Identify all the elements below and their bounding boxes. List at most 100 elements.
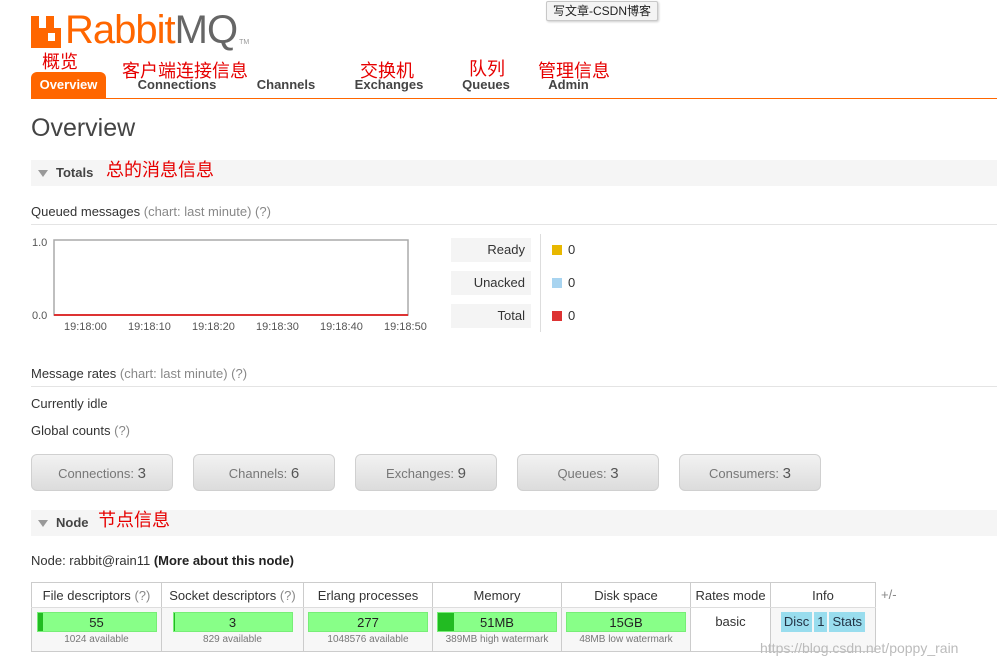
table-header-row: File descriptors (?) Socket descriptors … (31, 582, 876, 608)
ready-value: 0 (568, 242, 576, 257)
fd-value: 55 (89, 615, 104, 630)
currently-idle-text: Currently idle (31, 396, 108, 411)
node-name-line: Node: rabbit@rain11 (More about this nod… (31, 553, 294, 568)
message-rates-heading: Message rates (chart: last minute) (?) (31, 366, 997, 387)
col-file-descriptors: File descriptors (?) (31, 582, 162, 608)
x-tick-label: 19:18:40 (320, 321, 363, 332)
consumers-count-value: 3 (782, 465, 792, 482)
ep-cell: 277 1048576 available (303, 607, 433, 652)
fd-header: File descriptors (42, 587, 131, 603)
x-tick-label: 19:18:50 (384, 321, 427, 332)
tab-exchanges[interactable]: Exchanges (349, 72, 429, 98)
queues-count-value: 3 (610, 465, 619, 482)
global-channels-button[interactable]: Channels: 6 (193, 454, 335, 491)
queued-messages-label: Queued messages (31, 204, 141, 219)
mem-bar-fill (438, 613, 454, 631)
col-memory: Memory (432, 582, 562, 608)
trademark: TM (239, 39, 250, 46)
sd-bar: 3 (172, 612, 293, 632)
tab-overview[interactable]: Overview (31, 72, 106, 98)
queues-count-label: Queues: (557, 466, 607, 481)
main-tabs: Overview Connections Channels Exchanges … (31, 72, 997, 99)
global-consumers-button[interactable]: Consumers: 3 (679, 454, 821, 491)
sd-bar-fill (173, 613, 175, 631)
total-value: 0 (568, 308, 576, 323)
disk-value: 15GB (609, 615, 643, 630)
disk-bar: 15GB (566, 612, 686, 632)
legend-total-value: 0 (552, 304, 575, 328)
logo-text-mq: MQ (174, 8, 238, 52)
global-connections-button[interactable]: Connections: 3 (31, 454, 173, 491)
tab-connections[interactable]: Connections (131, 72, 223, 98)
mem-bar: 51MB (437, 612, 557, 632)
node-stats-table: File descriptors (?) Socket descriptors … (31, 582, 876, 652)
queued-messages-chart: 1.0 0.0 19:18:00 19:18:10 19:18:20 19:18:30… (32, 237, 427, 332)
sd-cell: 3 829 available (161, 607, 304, 652)
legend-unacked-value: 0 (552, 271, 575, 295)
tab-channels[interactable]: Channels (251, 72, 321, 98)
col-disk-space: Disk space (561, 582, 691, 608)
info-disc-badge[interactable]: Disc (780, 612, 813, 632)
consumers-count-label: Consumers: (708, 466, 780, 481)
info-count-badge[interactable]: 1 (814, 612, 828, 632)
col-info: Info (770, 582, 876, 608)
global-counts-label: Global counts (31, 423, 111, 438)
ready-swatch (552, 245, 562, 255)
node-label: Node (56, 515, 89, 530)
y-tick-top: 1.0 (32, 237, 47, 249)
channels-count-value: 6 (290, 465, 300, 482)
ep-available: 1048576 available (327, 634, 409, 645)
sd-available: 829 available (203, 634, 262, 645)
table-row: 55 1024 available 3 829 available 277 10… (31, 607, 876, 652)
tab-admin[interactable]: Admin (541, 72, 596, 98)
collapse-triangle-icon (38, 520, 48, 528)
annotation-node: 节点信息 (98, 510, 170, 531)
message-rates-label: Message rates (31, 366, 117, 381)
global-exchanges-button[interactable]: Exchanges: 9 (355, 454, 497, 491)
sd-help[interactable]: (?) (280, 588, 296, 603)
legend-total-label: Total (451, 304, 531, 328)
legend-ready-label: Ready (451, 238, 531, 262)
unacked-value: 0 (568, 275, 576, 290)
mem-cell: 51MB 389MB high watermark (432, 607, 562, 652)
more-about-node-link[interactable]: (More about this node) (154, 553, 294, 568)
header: RabbitMQ TM 写文章-CSDN博客 概览 客户端连接信息 交换机 队列… (0, 0, 997, 100)
node-name: Node: rabbit@rain11 (31, 553, 151, 568)
connections-count-label: Connections: (58, 466, 134, 481)
message-rates-hint[interactable]: (chart: last minute) (?) (120, 366, 247, 381)
queued-messages-hint[interactable]: (chart: last minute) (?) (144, 204, 271, 219)
global-counts-hint[interactable]: (?) (114, 423, 130, 438)
disk-cell: 15GB 48MB low watermark (561, 607, 691, 652)
node-section-header[interactable]: Node (31, 510, 997, 536)
ep-value: 277 (357, 615, 379, 630)
watermark: https://blog.csdn.net/poppy_rain (760, 640, 959, 656)
chart-plot-area (53, 239, 409, 316)
info-stats-badge[interactable]: Stats (829, 612, 866, 632)
tab-queues[interactable]: Queues (456, 72, 516, 98)
fd-bar: 55 (36, 612, 157, 632)
channels-count-label: Channels: (228, 466, 288, 481)
x-tick-label: 19:18:00 (64, 321, 107, 332)
disk-watermark: 48MB low watermark (579, 634, 673, 645)
global-queues-button[interactable]: Queues: 3 (517, 454, 659, 491)
logo-text-rabbit: Rabbit (65, 8, 176, 52)
annotation-overview: 概览 (42, 52, 78, 73)
fd-cell: 55 1024 available (31, 607, 162, 652)
queued-messages-heading: Queued messages (chart: last minute) (?) (31, 204, 997, 225)
mem-watermark: 389MB high watermark (445, 634, 549, 645)
page-title: Overview (31, 114, 136, 142)
legend-ready-value: 0 (552, 238, 575, 262)
fd-help[interactable]: (?) (134, 588, 150, 603)
rates-cell: basic (690, 607, 771, 652)
collapse-triangle-icon (38, 170, 48, 178)
col-rates-mode: Rates mode (690, 582, 771, 608)
x-ticks: 19:18:00 19:18:10 19:18:20 19:18:30 19:18:40… (64, 321, 427, 332)
mem-value: 51MB (480, 615, 514, 630)
connections-count-value: 3 (137, 465, 146, 482)
toggle-columns-button[interactable]: +/- (881, 587, 897, 602)
exchanges-count-value: 9 (457, 465, 466, 482)
legend-unacked-label: Unacked (451, 271, 531, 295)
global-counts-heading: Global counts (?) (31, 423, 997, 443)
fd-bar-fill (37, 613, 43, 631)
rabbitmq-logo[interactable]: RabbitMQ TM (31, 10, 249, 50)
